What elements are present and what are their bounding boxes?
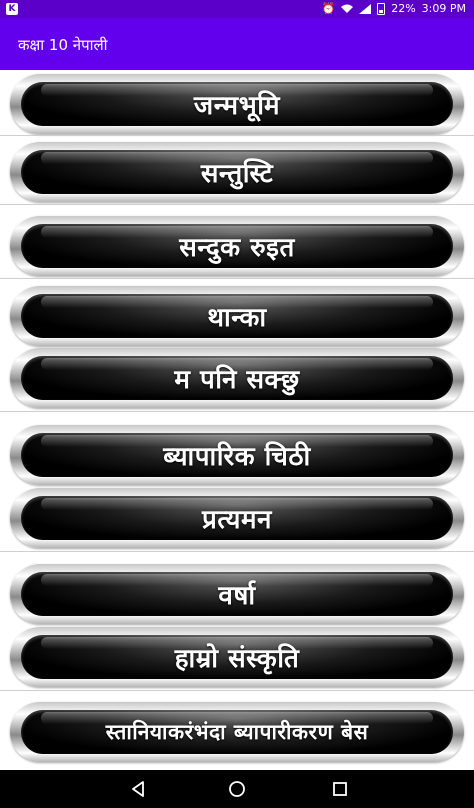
back-icon[interactable] [129, 780, 147, 798]
chapter-label: स्तानियाकरंभंदा ब्यापारीकरण बेस [105, 720, 369, 744]
battery-percent: 22% [391, 2, 416, 15]
chapter-label: जन्मभूमि [193, 91, 281, 121]
signal-icon [359, 4, 372, 14]
chapter-button-10[interactable]: स्तानियाकरंभंदा ब्यापारीकरण बेस [10, 702, 464, 762]
chapter-label: वर्षा [218, 581, 256, 611]
chapter-label: ब्यापारिक चिठी [163, 442, 311, 472]
chapter-button-7[interactable]: प्रत्यमन [10, 488, 464, 548]
app-bar: कक्षा 10 नेपाली [0, 18, 474, 70]
page-title: कक्षा 10 नेपाली [18, 36, 108, 54]
divider [0, 411, 474, 412]
chapter-button-2[interactable]: सन्तुस्टि [10, 142, 464, 202]
chapter-label: सन्दुक रुइत [179, 233, 295, 263]
divider [0, 690, 474, 691]
divider [0, 278, 474, 279]
chapter-button-6[interactable]: ब्यापारिक चिठी [10, 425, 464, 485]
divider [0, 204, 474, 205]
navigation-bar [0, 770, 474, 808]
chapter-list[interactable]: जन्मभूमि सन्तुस्टि सन्दुक रुइत थान्का म … [0, 70, 474, 770]
chapter-button-8[interactable]: वर्षा [10, 564, 464, 624]
home-icon[interactable] [228, 780, 246, 798]
wifi-icon [341, 4, 354, 13]
chapter-label: सन्तुस्टि [200, 159, 274, 189]
chapter-label: हाम्रो संस्कृति [174, 644, 300, 674]
chapter-button-9[interactable]: हाम्रो संस्कृति [10, 627, 464, 687]
app-notification-icon: K [6, 3, 18, 15]
chapter-button-1[interactable]: जन्मभूमि [10, 74, 464, 134]
status-icons: ⏰ 22% 3:09 PM [322, 2, 466, 16]
alarm-icon: ⏰ [321, 2, 336, 15]
divider [0, 551, 474, 552]
chapter-button-5[interactable]: म पनि सक्छु [10, 348, 464, 408]
chapter-label: म पनि सक्छु [174, 365, 300, 395]
status-bar: K ⏰ 22% 3:09 PM [0, 0, 474, 18]
chapter-label: थान्का [207, 303, 267, 333]
chapter-button-3[interactable]: सन्दुक रुइत [10, 216, 464, 276]
divider [0, 135, 474, 136]
clock: 3:09 PM [421, 2, 466, 15]
battery-icon [377, 3, 386, 15]
recent-apps-icon[interactable] [331, 780, 349, 798]
chapter-button-4[interactable]: थान्का [10, 286, 464, 346]
chapter-label: प्रत्यमन [202, 505, 272, 535]
